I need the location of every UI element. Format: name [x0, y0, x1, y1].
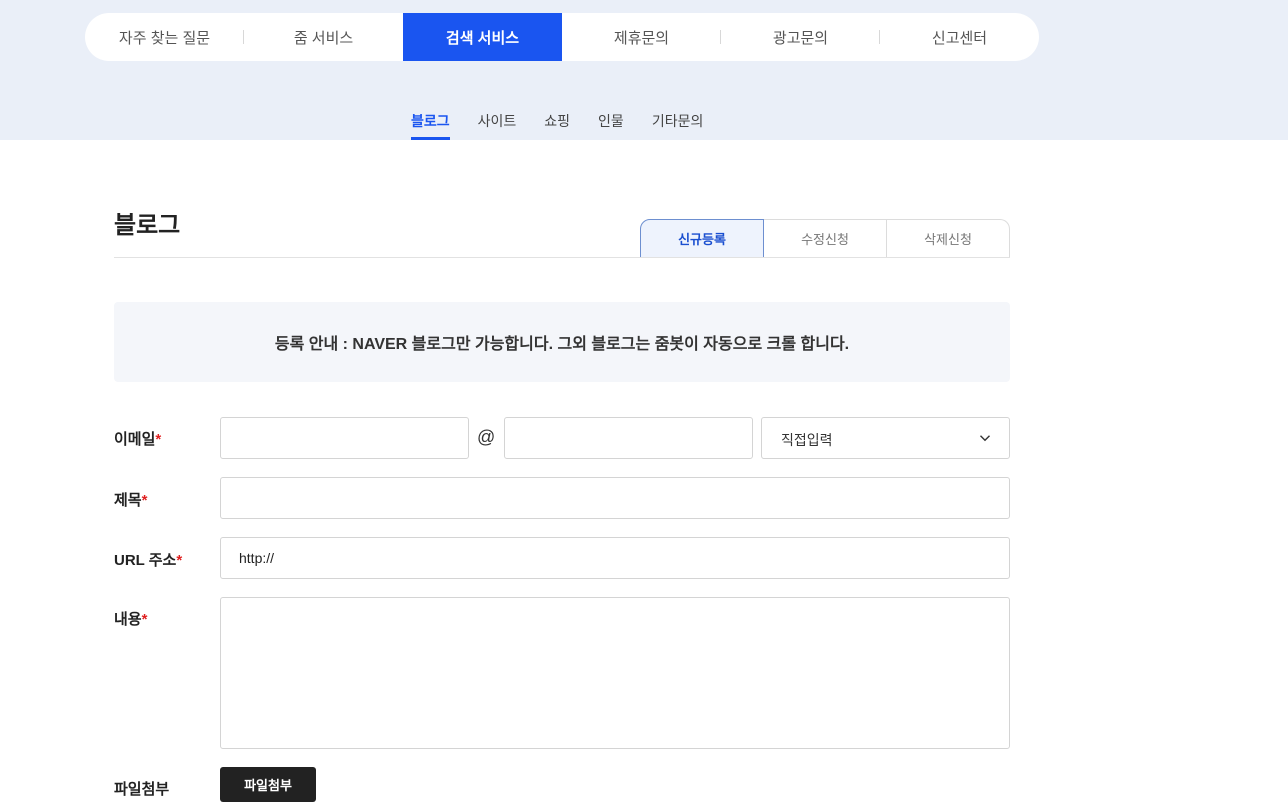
required-mark: *: [176, 552, 183, 569]
title-label: 제목*: [114, 489, 147, 510]
tab-partnership[interactable]: 제휴문의: [562, 13, 721, 61]
tab-edit-request[interactable]: 수정신청: [764, 219, 887, 258]
tab-label: 제휴문의: [613, 29, 670, 47]
email-label: 이메일*: [114, 428, 161, 449]
content-label: 내용*: [114, 608, 147, 629]
tab-search-service[interactable]: 검색 서비스: [403, 13, 562, 61]
tab-zum-service[interactable]: 줌 서비스: [244, 13, 403, 61]
content-textarea[interactable]: [220, 597, 1010, 749]
title-divider: [114, 257, 1010, 258]
required-mark: *: [141, 611, 148, 628]
tab-label: 광고문의: [772, 29, 829, 47]
at-sign: @: [477, 427, 496, 447]
email-domain-select-value: 직접입력: [781, 432, 833, 448]
subtab-other[interactable]: 기타문의: [652, 104, 704, 140]
main-tab-bar: 자주 찾는 질문 줌 서비스 검색 서비스 제휴문의 광고문의 신고센터: [85, 13, 1039, 61]
page-title: 블로그: [114, 212, 181, 239]
chevron-down-icon: [980, 435, 990, 442]
subtab-blog[interactable]: 블로그: [411, 104, 450, 140]
tab-report-center[interactable]: 신고센터: [880, 13, 1039, 61]
tab-label: 자주 찾는 질문: [118, 29, 211, 47]
tab-label: 신고센터: [931, 29, 988, 47]
title-label-text: 제목: [114, 492, 142, 509]
email-label-text: 이메일: [114, 431, 156, 448]
subtab-shopping[interactable]: 쇼핑: [544, 104, 570, 140]
email-domain-input[interactable]: [504, 417, 753, 459]
tab-label: 검색 서비스: [445, 29, 520, 47]
tab-delete-request[interactable]: 삭제신청: [887, 219, 1010, 258]
url-label: URL 주소*: [114, 549, 182, 570]
file-attach-button[interactable]: 파일첨부: [220, 767, 316, 802]
tab-new-registration[interactable]: 신규등록: [640, 219, 764, 258]
url-label-text: URL 주소: [114, 552, 177, 569]
required-mark: *: [155, 431, 162, 448]
notice-text: 등록 안내 : NAVER 블로그만 가능합니다. 그외 블로그는 줌봇이 자동…: [274, 336, 850, 353]
registration-notice: 등록 안내 : NAVER 블로그만 가능합니다. 그외 블로그는 줌봇이 자동…: [114, 302, 1010, 382]
email-domain-select[interactable]: 직접입력: [761, 417, 1010, 459]
tab-ad-inquiry[interactable]: 광고문의: [721, 13, 880, 61]
request-type-tabs: 신규등록 수정신청 삭제신청: [640, 219, 1010, 258]
url-input[interactable]: [220, 537, 1010, 579]
subtab-site[interactable]: 사이트: [478, 104, 517, 140]
email-local-input[interactable]: [220, 417, 469, 459]
required-mark: *: [141, 492, 148, 509]
file-attach-label: 파일첨부: [114, 781, 170, 798]
tab-faq[interactable]: 자주 찾는 질문: [85, 13, 244, 61]
subtab-person[interactable]: 인물: [598, 104, 624, 140]
title-input[interactable]: [220, 477, 1010, 519]
content-label-text: 내용: [114, 611, 142, 628]
sub-tab-bar: 블로그 사이트 쇼핑 인물 기타문의: [411, 104, 703, 140]
tab-label: 줌 서비스: [293, 29, 354, 47]
